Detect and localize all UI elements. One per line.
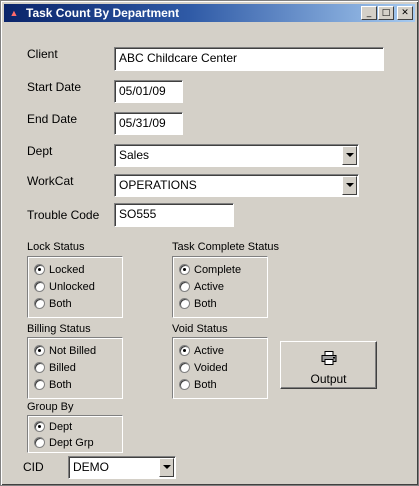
chevron-down-icon[interactable] xyxy=(342,146,357,165)
trouble-code-field[interactable]: SO555 xyxy=(114,203,234,227)
dept-select-value: Sales xyxy=(119,148,150,162)
radio-selected-icon[interactable] xyxy=(34,264,45,275)
output-button-label: Output xyxy=(310,372,347,386)
radio-selected-icon[interactable] xyxy=(34,421,45,432)
radio-icon[interactable] xyxy=(34,437,45,448)
task-complete-status-group: Complete Active Both xyxy=(172,256,268,318)
billing-status-group: Not Billed Billed Both xyxy=(27,337,123,399)
output-button[interactable]: Output xyxy=(280,341,377,389)
dept-label: Dept xyxy=(27,144,53,158)
task-count-window: ▲ Task Count By Department _ □ ✕ Client … xyxy=(0,0,419,486)
radio-icon[interactable] xyxy=(179,281,190,292)
chevron-down-icon[interactable] xyxy=(159,458,174,477)
lock-status-group: Locked Unlocked Both xyxy=(27,256,123,318)
group-by-group: Dept Dept Grp xyxy=(27,415,123,453)
radio-icon[interactable] xyxy=(34,362,45,373)
window-title: Task Count By Department xyxy=(26,6,180,20)
task-complete-status-label: Task Complete Status xyxy=(172,241,279,253)
end-date-label: End Date xyxy=(27,112,78,126)
client-label: Client xyxy=(27,47,58,61)
dept-select[interactable]: Sales xyxy=(114,144,359,167)
void-status-group: Active Voided Both xyxy=(172,337,268,399)
end-date-field[interactable]: 05/31/09 xyxy=(114,112,183,135)
radio-icon[interactable] xyxy=(179,379,190,390)
cid-select[interactable]: DEMO xyxy=(68,456,176,479)
lock-status-label: Lock Status xyxy=(27,241,85,253)
title-bar[interactable]: ▲ Task Count By Department _ □ ✕ xyxy=(4,4,415,22)
start-date-label: Start Date xyxy=(27,80,82,94)
printer-icon xyxy=(321,351,337,365)
radio-icon[interactable] xyxy=(34,379,45,390)
workcat-select-value: OPERATIONS xyxy=(119,178,197,192)
cid-label: CID xyxy=(23,460,44,474)
cid-select-value: DEMO xyxy=(73,460,109,474)
radio-icon[interactable] xyxy=(179,362,190,373)
app-icon[interactable]: ▲ xyxy=(8,7,20,19)
radio-icon[interactable] xyxy=(179,298,190,309)
radio-selected-icon[interactable] xyxy=(34,345,45,356)
workcat-select[interactable]: OPERATIONS xyxy=(114,174,359,197)
billing-status-label: Billing Status xyxy=(27,323,91,335)
radio-selected-icon[interactable] xyxy=(179,264,190,275)
minimize-button[interactable]: _ xyxy=(361,6,377,20)
maximize-button[interactable]: □ xyxy=(378,6,394,20)
start-date-field[interactable]: 05/01/09 xyxy=(114,80,183,103)
client-field[interactable]: ABC Childcare Center xyxy=(114,47,384,71)
radio-icon[interactable] xyxy=(34,298,45,309)
trouble-code-label: Trouble Code xyxy=(27,208,100,222)
workcat-label: WorkCat xyxy=(27,174,74,188)
radio-selected-icon[interactable] xyxy=(179,345,190,356)
radio-icon[interactable] xyxy=(34,281,45,292)
close-button[interactable]: ✕ xyxy=(397,6,413,20)
void-status-label: Void Status xyxy=(172,323,228,335)
chevron-down-icon[interactable] xyxy=(342,176,357,195)
group-by-label: Group By xyxy=(27,401,74,413)
